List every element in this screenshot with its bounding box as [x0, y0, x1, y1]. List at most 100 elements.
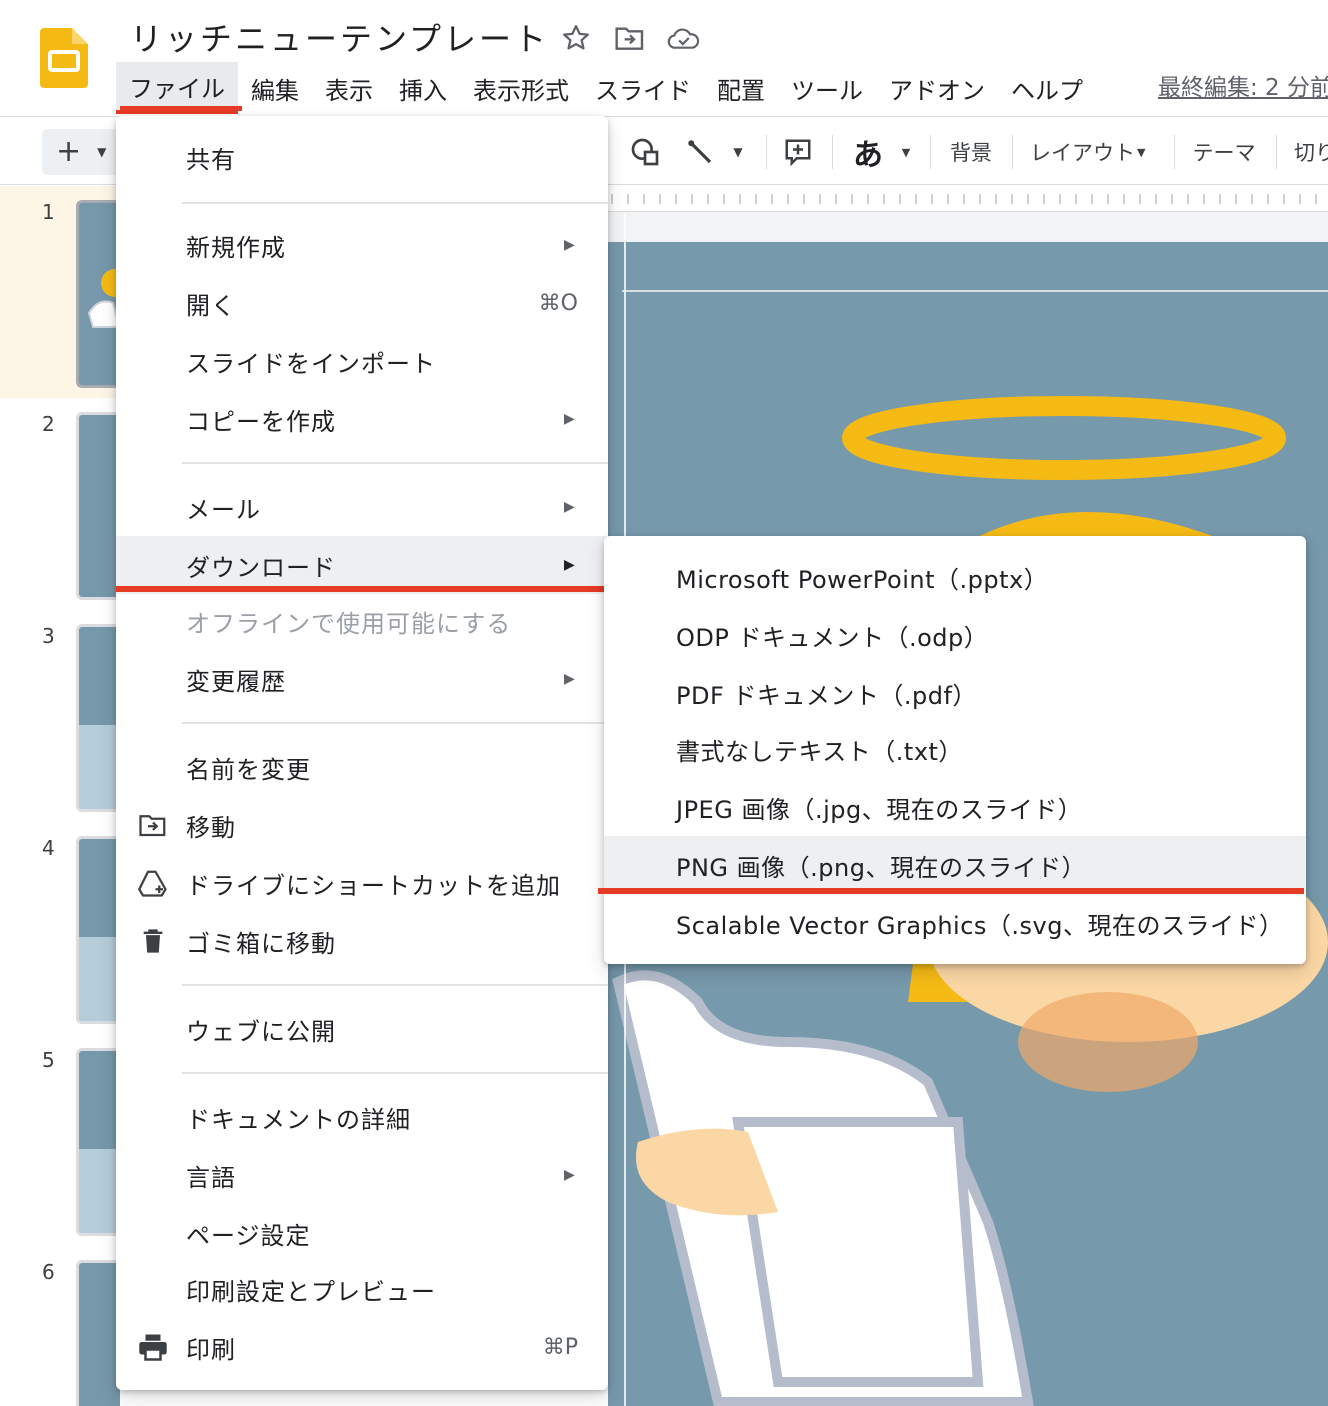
menu-divider — [182, 984, 608, 986]
toolbar-separator — [832, 135, 833, 169]
chevron-down-icon[interactable]: ▼ — [97, 145, 106, 159]
submenu-arrow-icon: ▶ — [564, 411, 575, 427]
menu-insert[interactable]: 挿入 — [386, 62, 460, 114]
filmstrip: 1 2 3 4 5 6 — [0, 186, 120, 1406]
layout-button[interactable]: レイアウト ▼ — [1030, 129, 1160, 175]
horizontal-guide-line — [622, 290, 1328, 292]
document-title[interactable]: リッチニューテンプレート — [130, 14, 549, 60]
slide-number: 3 — [42, 624, 55, 648]
menu-format[interactable]: 表示形式 — [460, 62, 582, 114]
download-submenu: Microsoft PowerPoint（.pptx） ODP ドキュメント（.… — [604, 536, 1306, 964]
toolbar-separator — [1276, 135, 1277, 169]
line-dropdown-icon[interactable]: ▼ — [724, 129, 752, 175]
submenu-arrow-icon: ▶ — [564, 499, 575, 515]
toolbar-separator — [1174, 135, 1175, 169]
menu-arrange[interactable]: 配置 — [704, 62, 778, 114]
submenu-arrow-icon: ▶ — [564, 1167, 575, 1183]
download-jpeg[interactable]: JPEG 画像（.jpg、現在のスライド） — [604, 778, 1306, 836]
toolbar-separator — [930, 135, 931, 169]
app-header: リッチニューテンプレート ファイル 編集 表示 挿入 表示形式 スライド 配置 … — [0, 0, 1328, 116]
download-highlight-underline — [116, 586, 604, 592]
printer-icon — [138, 1332, 168, 1362]
submenu-arrow-icon: ▶ — [564, 671, 575, 687]
submenu-arrow-icon: ▶ — [564, 557, 575, 573]
file-menu: 共有 新規作成 ▶ 開く ⌘O スライドをインポート コピーを作成 ▶ メール … — [116, 116, 608, 1390]
line-icon[interactable] — [680, 129, 720, 175]
move-folder-icon — [138, 810, 168, 840]
shortcut-label: ⌘P — [542, 1334, 578, 1360]
menu-item-print-preview[interactable]: 印刷設定とプレビュー — [116, 1260, 608, 1318]
slide-number: 6 — [42, 1260, 55, 1284]
menu-divider — [182, 722, 608, 724]
horizontal-ruler[interactable] — [608, 186, 1328, 212]
png-highlight-underline — [598, 888, 1304, 894]
add-comment-icon[interactable] — [778, 129, 818, 175]
shortcut-label: ⌘O — [538, 290, 578, 316]
plus-icon: + — [56, 134, 82, 169]
input-char: あ — [853, 138, 883, 173]
menu-item-print[interactable]: 印刷 ⌘P — [116, 1318, 608, 1376]
slide-thumbnail[interactable] — [76, 836, 120, 1024]
menu-item-trash[interactable]: ゴミ箱に移動 — [116, 912, 608, 970]
download-png[interactable]: PNG 画像（.png、現在のスライド） — [604, 836, 1306, 894]
menu-slide[interactable]: スライド — [582, 62, 704, 114]
menu-divider — [182, 462, 608, 464]
download-svg[interactable]: Scalable Vector Graphics（.svg、現在のスライド） — [604, 894, 1306, 952]
cloud-saved-icon[interactable] — [664, 20, 704, 56]
menu-item-open[interactable]: 開く ⌘O — [116, 274, 608, 332]
background-button[interactable]: 背景 — [944, 129, 998, 175]
menu-edit[interactable]: 編集 — [238, 62, 312, 114]
submenu-arrow-icon: ▶ — [564, 237, 575, 253]
menu-item-move[interactable]: 移動 — [116, 796, 608, 854]
menu-help[interactable]: ヘルプ — [998, 62, 1096, 114]
drive-shortcut-icon — [138, 868, 168, 898]
last-edit-link[interactable]: 最終編集: 2 分前 — [1158, 68, 1328, 102]
file-menu-highlight-underline — [120, 106, 242, 111]
move-folder-icon[interactable] — [610, 20, 650, 56]
menu-item-publish[interactable]: ウェブに公開 — [116, 1000, 608, 1058]
menu-item-share[interactable]: 共有 — [116, 128, 608, 186]
slide-number: 1 — [42, 200, 55, 224]
transition-button[interactable]: 切り — [1294, 129, 1328, 175]
slide-thumbnail[interactable] — [76, 200, 120, 388]
slide-thumbnail[interactable] — [76, 624, 120, 812]
menu-item-add-shortcut[interactable]: ドライブにショートカットを追加 — [116, 854, 608, 912]
menu-divider — [182, 1072, 608, 1074]
input-tools-dropdown-icon[interactable]: ▼ — [894, 129, 918, 175]
menu-bar: ファイル 編集 表示 挿入 表示形式 スライド 配置 ツール アドオン ヘルプ — [116, 62, 1096, 114]
shape-icon[interactable] — [622, 129, 668, 175]
menu-item-rename[interactable]: 名前を変更 — [116, 738, 608, 796]
menu-item-version-history[interactable]: 変更履歴 ▶ — [116, 650, 608, 708]
slide-number: 2 — [42, 412, 55, 436]
download-pdf[interactable]: PDF ドキュメント（.pdf） — [604, 664, 1306, 722]
toolbar-separator — [766, 135, 767, 169]
menu-item-offline: オフラインで使用可能にする — [186, 609, 512, 638]
download-pptx[interactable]: Microsoft PowerPoint（.pptx） — [604, 548, 1306, 606]
slide-thumbnail[interactable] — [76, 1048, 120, 1236]
menu-item-details[interactable]: ドキュメントの詳細 — [116, 1088, 608, 1146]
menu-view[interactable]: 表示 — [312, 62, 386, 114]
menu-item-new[interactable]: 新規作成 ▶ — [116, 216, 608, 274]
menu-item-page-setup[interactable]: ページ設定 — [116, 1204, 608, 1262]
trash-icon — [138, 926, 168, 956]
slide-number: 4 — [42, 836, 55, 860]
download-odp[interactable]: ODP ドキュメント（.odp） — [604, 606, 1306, 664]
menu-item-import-slides[interactable]: スライドをインポート — [116, 332, 608, 390]
new-slide-button[interactable]: + ▼ — [42, 129, 122, 175]
menu-addons[interactable]: アドオン — [876, 62, 998, 114]
download-txt[interactable]: 書式なしテキスト（.txt） — [604, 720, 1306, 778]
layout-dropdown-icon: ▼ — [1137, 145, 1146, 159]
input-tools-button[interactable]: あ — [846, 129, 890, 175]
slide-thumbnail[interactable] — [76, 1260, 120, 1406]
menu-item-make-copy[interactable]: コピーを作成 ▶ — [116, 390, 608, 448]
slides-logo-icon[interactable] — [40, 28, 88, 88]
toolbar-separator — [1012, 135, 1013, 169]
menu-tools[interactable]: ツール — [778, 62, 876, 114]
menu-item-language[interactable]: 言語 ▶ — [116, 1146, 608, 1204]
menu-divider — [182, 202, 608, 204]
slide-number: 5 — [42, 1048, 55, 1072]
theme-button[interactable]: テーマ — [1192, 129, 1256, 175]
menu-item-email[interactable]: メール ▶ — [116, 478, 608, 536]
slide-thumbnail[interactable] — [76, 412, 120, 600]
star-icon[interactable] — [556, 20, 596, 56]
